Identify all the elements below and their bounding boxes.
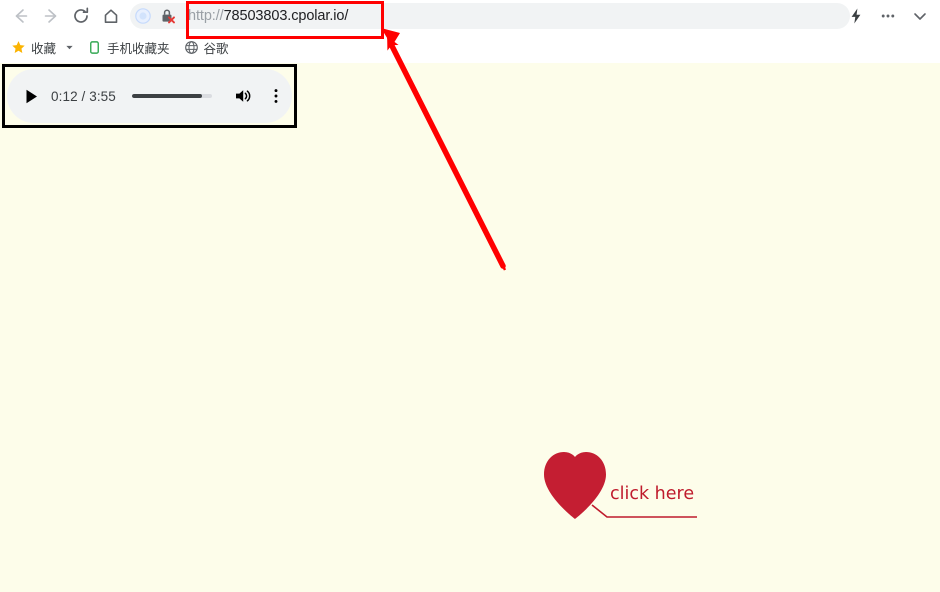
browser-window: http://78503803.cpolar.io/ 收藏 手机收藏夹 谷歌 0… [0, 0, 940, 592]
three-dots-vertical-icon [274, 89, 278, 103]
play-button[interactable] [11, 88, 51, 105]
click-here-label[interactable]: click here [610, 484, 694, 504]
collapse-toolbar-button[interactable] [904, 1, 936, 31]
chevron-down-icon [910, 6, 930, 26]
three-dots-horizontal-icon [879, 7, 897, 25]
volume-icon [235, 90, 251, 102]
bookmark-label-favorites: 收藏 [31, 41, 57, 56]
globe-icon [184, 40, 199, 55]
play-icon [26, 89, 37, 103]
audio-player[interactable]: 0:12 / 3:55 [2, 64, 297, 128]
back-button[interactable] [6, 1, 36, 31]
forward-arrow-icon [41, 6, 61, 26]
lightning-bolt-icon [847, 7, 865, 25]
audio-progress-fill [131, 94, 203, 98]
audio-time-display: 0:12 / 3:55 [51, 88, 116, 104]
audio-progress-slider[interactable] [131, 89, 212, 103]
bookmark-label-google: 谷歌 [203, 41, 229, 56]
home-button[interactable] [96, 1, 126, 31]
browser-menu-button[interactable] [872, 1, 904, 31]
browser-toolbar: http://78503803.cpolar.io/ [0, 0, 940, 32]
bookmark-item-mobile-bookmarks[interactable]: 手机收藏夹 [82, 36, 175, 58]
not-secure-lock-icon[interactable] [156, 7, 180, 25]
bookmarks-bar: 收藏 手机收藏夹 谷歌 [0, 32, 940, 62]
home-icon [101, 6, 121, 26]
bookmark-label-mobile-bookmarks: 手机收藏夹 [107, 41, 170, 56]
toolbar-right-actions [840, 0, 936, 32]
back-arrow-icon [11, 6, 31, 26]
star-icon [11, 40, 26, 55]
reload-icon [71, 6, 91, 26]
heart-click-here-group[interactable]: click here [540, 447, 715, 522]
bookmark-favorites-caret[interactable] [61, 43, 78, 52]
audio-player-controls: 0:12 / 3:55 [7, 69, 292, 123]
caret-down-icon [66, 45, 73, 49]
phone-icon [87, 40, 102, 55]
annotation-highlight-box [186, 1, 384, 39]
page-content: 0:12 / 3:55 click here [0, 63, 940, 592]
flash-button[interactable] [840, 1, 872, 31]
bookmark-item-favorites[interactable]: 收藏 [6, 36, 61, 58]
volume-button[interactable] [230, 86, 256, 106]
reload-button[interactable] [66, 1, 96, 31]
audio-more-options-button[interactable] [264, 87, 288, 105]
page-info-circle-icon[interactable] [130, 7, 156, 25]
audio-progress-track [131, 94, 212, 98]
forward-button[interactable] [36, 1, 66, 31]
bookmark-item-google[interactable]: 谷歌 [179, 36, 234, 58]
